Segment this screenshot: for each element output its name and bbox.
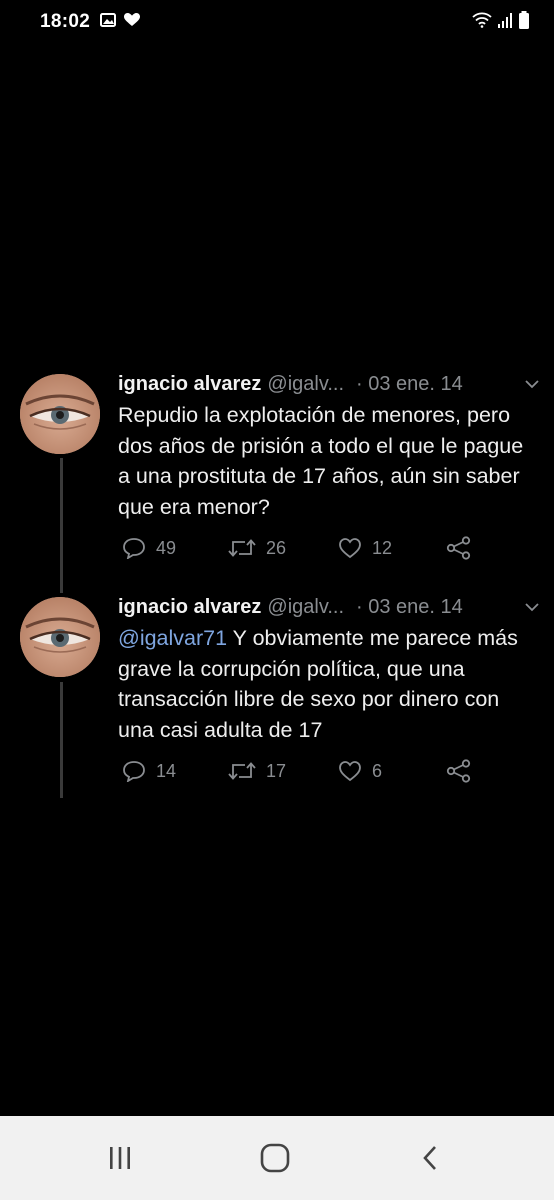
tweet-actions: 49 26 12 <box>118 533 478 563</box>
reply-count: 14 <box>156 760 177 781</box>
retweet-icon <box>228 762 256 780</box>
avatar-eye-image <box>20 374 100 454</box>
status-bar: 18:02 <box>0 0 554 44</box>
battery-icon <box>518 10 530 34</box>
avatar[interactable] <box>20 597 100 677</box>
share-icon <box>446 759 471 783</box>
retweet-count: 17 <box>266 760 287 781</box>
avatar-eye-image <box>20 597 100 677</box>
reply-button[interactable]: 14 <box>122 760 176 782</box>
tweet-text: Repudio la explotación de menores, pero … <box>118 403 524 519</box>
recent-apps-icon[interactable] <box>100 1142 140 1174</box>
author-name[interactable]: ignacio alvarez <box>118 596 261 619</box>
author-name[interactable]: ignacio alvarez <box>118 373 261 396</box>
back-icon[interactable] <box>410 1142 450 1174</box>
heart-outline-icon <box>339 538 361 559</box>
home-icon[interactable] <box>255 1142 295 1174</box>
reply-button[interactable]: 49 <box>122 537 176 559</box>
mention-link[interactable]: @igalvar71 <box>118 626 227 650</box>
like-count: 12 <box>372 537 393 558</box>
reply-icon <box>123 761 145 782</box>
like-button[interactable]: 6 <box>338 760 382 782</box>
tweet-text: @igalvar71 Y obviamente me parece más gr… <box>118 623 540 745</box>
retweet-button[interactable]: 26 <box>228 538 286 559</box>
retweet-button[interactable]: 17 <box>228 761 286 782</box>
avatar[interactable] <box>20 374 100 454</box>
heart-outline-icon <box>339 761 361 782</box>
tweet-header: ignacio alvarez @igalv... · 03 ene. 14 <box>118 370 540 398</box>
tweet-header: ignacio alvarez @igalv... · 03 ene. 14 <box>118 593 540 621</box>
retweet-count: 26 <box>266 537 287 558</box>
author-handle[interactable]: @igalv... <box>267 373 344 396</box>
signal-icon <box>498 12 512 33</box>
share-button[interactable] <box>446 536 472 560</box>
chevron-down-icon[interactable] <box>524 379 540 389</box>
tweet-body: ignacio alvarez @igalv... · 03 ene. 14 @… <box>118 593 540 745</box>
reply-count: 49 <box>156 537 177 558</box>
status-time: 18:02 <box>40 11 91 32</box>
share-button[interactable] <box>446 759 472 783</box>
tweet-actions: 14 17 6 <box>118 756 478 786</box>
author-handle[interactable]: @igalv... <box>267 596 344 619</box>
heart-icon <box>124 12 141 32</box>
image-icon <box>100 12 117 32</box>
thread-line <box>60 458 63 593</box>
like-count: 6 <box>372 760 383 781</box>
retweet-icon <box>228 539 256 557</box>
reply-icon <box>123 538 145 559</box>
navigation-bar <box>0 1116 554 1200</box>
share-icon <box>446 536 471 560</box>
chevron-down-icon[interactable] <box>524 602 540 612</box>
tweet-date[interactable]: · 03 ene. 14 <box>356 373 463 396</box>
like-button[interactable]: 12 <box>338 537 392 559</box>
tweet-date[interactable]: · 03 ene. 14 <box>356 596 463 619</box>
wifi-icon <box>472 12 492 33</box>
thread-line <box>60 682 63 798</box>
tweet-body: ignacio alvarez @igalv... · 03 ene. 14 R… <box>118 370 540 522</box>
